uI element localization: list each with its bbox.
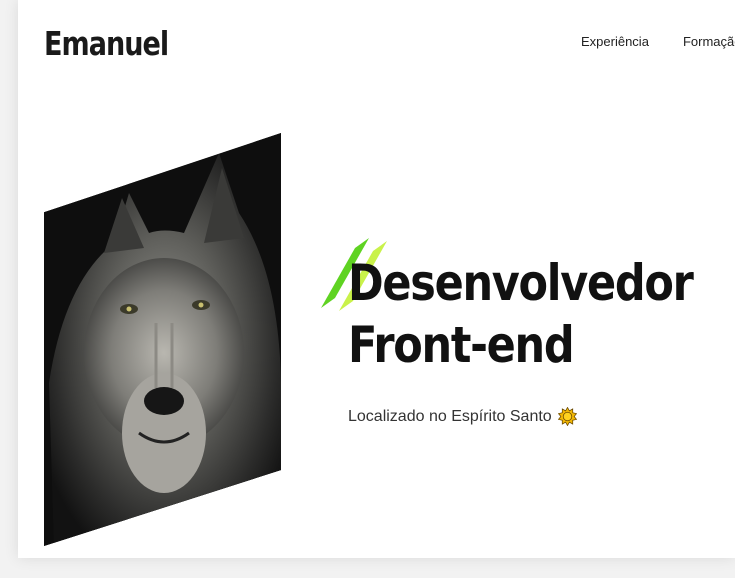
hero-title-line1: Desenvolvedor bbox=[348, 254, 694, 312]
wolf-image bbox=[44, 133, 281, 546]
hero-title: Desenvolvedor Front-end bbox=[348, 252, 694, 376]
location-text: Localizado no Espírito Santo bbox=[348, 407, 552, 425]
nav-link-experiencia[interactable]: Experiência bbox=[581, 34, 649, 49]
sun-emoji-icon bbox=[557, 407, 577, 426]
wolf-photo bbox=[44, 133, 281, 546]
nav-link-formacao[interactable]: Formação bbox=[683, 34, 735, 49]
site-logo[interactable]: Emanuel bbox=[44, 22, 169, 66]
hero-title-line2: Front-end bbox=[348, 316, 575, 374]
hero-location: Localizado no Espírito Santo bbox=[348, 407, 577, 426]
page: Emanuel Experiência Formação bbox=[18, 0, 735, 558]
main-nav: Experiência Formação bbox=[581, 34, 735, 49]
